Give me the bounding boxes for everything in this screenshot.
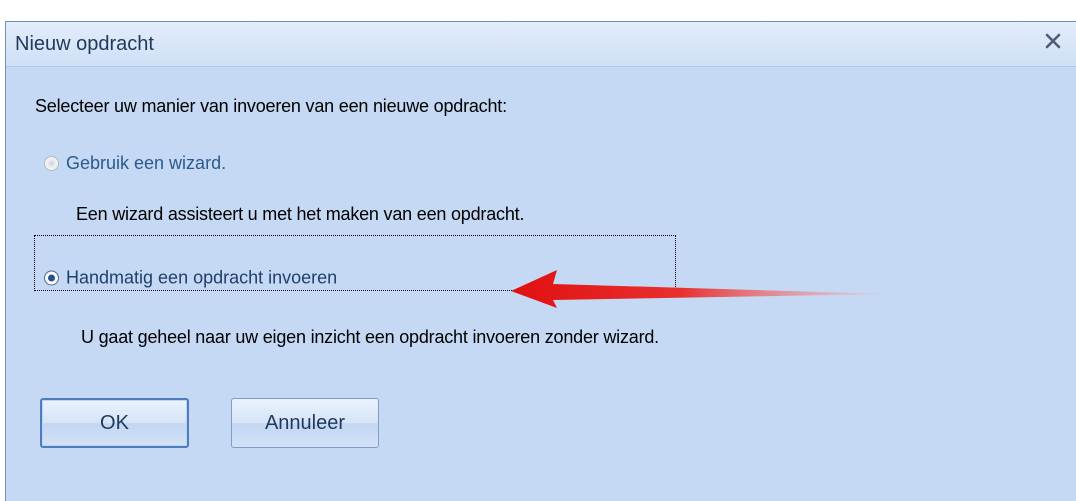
- manual-description: U gaat geheel naar uw eigen inzicht een …: [81, 327, 659, 347]
- dialog-prompt: Selecteer uw manier van invoeren van een…: [35, 96, 507, 116]
- cancel-button-label: Annuleer: [264, 411, 346, 434]
- red-arrow-icon: [511, 270, 890, 308]
- close-button[interactable]: [1036, 26, 1070, 56]
- wizard-radio[interactable]: [44, 156, 59, 171]
- option-wizard[interactable]: Gebruik een wizard.: [44, 153, 226, 174]
- manual-radio[interactable]: [44, 270, 59, 286]
- ok-button-label: OK: [100, 411, 129, 434]
- title-bar[interactable]: Nieuw opdracht: [6, 22, 1076, 67]
- cancel-button[interactable]: Annuleer: [231, 398, 379, 448]
- manual-radio-label: Handmatig een opdracht invoeren: [66, 267, 338, 288]
- ok-button[interactable]: OK: [40, 398, 189, 448]
- dialog-title: Nieuw opdracht: [15, 33, 154, 55]
- option-manual[interactable]: Handmatig een opdracht invoeren: [44, 268, 337, 289]
- wizard-radio-label: Gebruik een wizard.: [66, 153, 227, 173]
- close-icon: [1045, 33, 1061, 49]
- wizard-description: Een wizard assisteert u met het maken va…: [76, 204, 525, 224]
